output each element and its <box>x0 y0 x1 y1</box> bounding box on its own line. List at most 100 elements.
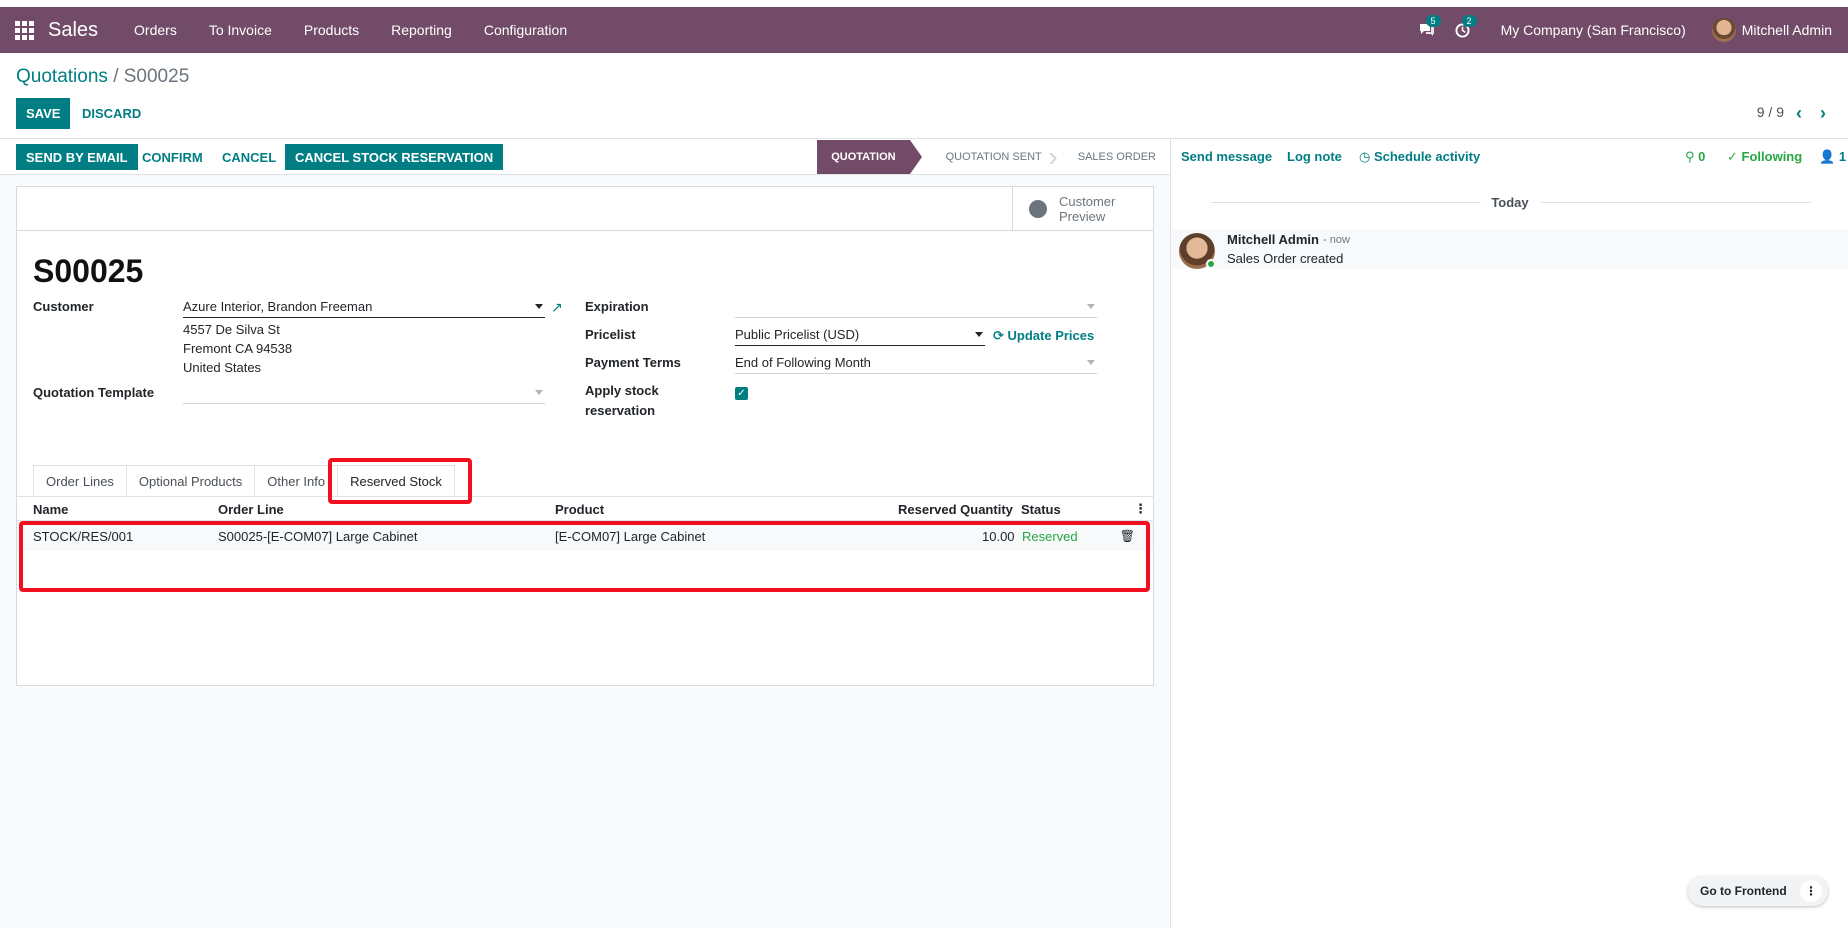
company-switcher[interactable]: My Company (San Francisco) <box>1481 22 1712 38</box>
chatter-message: Mitchell Admin - now Sales Order created <box>1171 229 1848 269</box>
pager-value[interactable]: 9 / 9 <box>1757 104 1784 120</box>
chevron-down-icon <box>535 304 543 309</box>
breadcrumb-current: S00025 <box>123 66 190 87</box>
menu-configuration[interactable]: Configuration <box>468 7 583 53</box>
stage-quotation-sent[interactable]: QUOTATION SENT › <box>924 140 1058 174</box>
top-strip <box>0 0 1848 7</box>
menu-products[interactable]: Products <box>288 7 375 53</box>
user-icon: 👤 <box>1819 149 1836 164</box>
column-reserved-quantity[interactable]: Reserved Quantity <box>898 502 1013 517</box>
payment-terms-value: End of Following Month <box>735 355 871 370</box>
following-label: Following <box>1741 149 1803 164</box>
pricelist-field[interactable]: Public Pricelist (USD) <box>735 326 985 346</box>
schedule-activity-button[interactable]: ◷ Schedule activity <box>1359 149 1480 165</box>
cancel-stock-reservation-button[interactable]: CANCEL STOCK RESERVATION <box>285 144 504 170</box>
chevron-down-icon <box>1087 304 1095 309</box>
app-brand[interactable]: Sales <box>48 19 98 42</box>
stage-quotation-sent-label: QUOTATION SENT <box>945 151 1042 163</box>
go-to-frontend-label: Go to Frontend <box>1700 884 1787 898</box>
tab-optional-products[interactable]: Optional Products <box>125 465 256 496</box>
cancel-button[interactable]: CANCEL <box>212 144 286 170</box>
customer-field[interactable]: Azure Interior, Brandon Freeman <box>183 298 545 318</box>
message-author[interactable]: Mitchell Admin <box>1227 232 1319 247</box>
column-product[interactable]: Product <box>555 502 604 517</box>
messages-button[interactable]: 5 <box>1409 7 1445 53</box>
message-body: Sales Order created <box>1227 251 1344 266</box>
update-prices-button[interactable]: ⟳ Update Prices <box>993 328 1094 344</box>
clock-icon: ◷ <box>1359 149 1371 164</box>
pricelist-value: Public Pricelist (USD) <box>735 327 860 342</box>
quotation-template-field[interactable] <box>183 384 545 404</box>
address-line1: 4557 De Silva St <box>183 322 280 337</box>
more-options-icon[interactable]: ⋮ <box>1800 880 1822 902</box>
column-status[interactable]: Status <box>1021 502 1061 517</box>
send-by-email-button[interactable]: SEND BY EMAIL <box>16 144 138 170</box>
quotation-template-label: Quotation Template <box>33 385 155 400</box>
stage-quotation[interactable]: QUOTATION <box>817 140 923 174</box>
menu-reporting[interactable]: Reporting <box>375 7 468 53</box>
tab-other-info[interactable]: Other Info <box>254 465 339 496</box>
messages-badge: 5 <box>1425 15 1441 27</box>
apply-stock-reservation-label: Apply stock reservation <box>585 381 659 421</box>
chevron-down-icon <box>1087 360 1095 365</box>
confirm-button[interactable]: CONFIRM <box>132 144 213 170</box>
address-line3: United States <box>183 360 262 375</box>
menu-to-invoice[interactable]: To Invoice <box>193 7 288 53</box>
address-line2: Fremont CA 94538 <box>183 341 293 356</box>
button-box: Customer Preview <box>17 187 1153 231</box>
top-navbar: Sales Orders To Invoice Products Reporti… <box>0 7 1848 53</box>
external-link-icon[interactable]: ↗ <box>551 299 563 316</box>
expiration-label: Expiration <box>585 299 649 314</box>
customer-preview-button[interactable]: Customer Preview <box>1012 187 1153 231</box>
control-panel: Quotations / S00025 SAVE DISCARD 9 / 9 ‹… <box>0 53 1848 139</box>
stage-sales-order[interactable]: SALES ORDER <box>1056 140 1170 174</box>
optional-columns-icon[interactable]: ⋮ <box>1134 501 1147 517</box>
menu-orders[interactable]: Orders <box>118 7 193 53</box>
highlight-reserved-stock-tab <box>328 458 472 504</box>
app-menu-button[interactable] <box>0 7 48 53</box>
customer-label: Customer <box>33 299 94 314</box>
column-order-line[interactable]: Order Line <box>218 502 284 517</box>
online-status-icon <box>1206 259 1216 269</box>
activities-badge: 2 <box>1461 15 1477 27</box>
apply-stock-label-line2: reservation <box>585 403 656 418</box>
pager-previous-icon[interactable]: ‹ <box>1796 103 1802 124</box>
followers-button[interactable]: 👤 1 <box>1819 149 1846 165</box>
payment-terms-field[interactable]: End of Following Month <box>735 354 1097 374</box>
customer-preview-line1: Customer <box>1059 194 1116 209</box>
activities-button[interactable]: 2 <box>1445 7 1481 53</box>
message-time: - now <box>1323 234 1350 246</box>
apply-stock-reservation-checkbox[interactable]: ✓ <box>735 387 748 400</box>
customer-value: Azure Interior, Brandon Freeman <box>183 299 373 314</box>
payment-terms-label: Payment Terms <box>585 355 681 370</box>
go-to-frontend-button[interactable]: Go to Frontend ⋮ <box>1688 876 1828 906</box>
following-button[interactable]: ✓ Following <box>1727 149 1802 165</box>
breadcrumb-quotations[interactable]: Quotations <box>16 66 108 87</box>
customer-preview-line2: Preview <box>1059 209 1106 224</box>
pager-next-icon[interactable]: › <box>1820 103 1826 124</box>
statusbar: SEND BY EMAIL CONFIRM CANCEL CANCEL STOC… <box>0 139 1170 175</box>
column-name[interactable]: Name <box>33 502 68 517</box>
user-menu[interactable]: Mitchell Admin <box>1711 18 1848 42</box>
update-prices-label: Update Prices <box>1007 328 1095 343</box>
pricelist-label: Pricelist <box>585 327 636 342</box>
breadcrumb-separator: / <box>113 66 119 87</box>
form-sheet: Customer Preview S00025 Customer Azure I… <box>16 186 1154 686</box>
chevron-down-icon <box>975 332 983 337</box>
stage-pipeline: QUOTATION QUOTATION SENT › SALES ORDER <box>817 140 1170 174</box>
chevron-down-icon <box>535 390 543 395</box>
attachments-button[interactable]: ⚲ 0 <box>1685 149 1705 165</box>
log-note-button[interactable]: Log note <box>1287 149 1342 164</box>
expiration-field[interactable] <box>735 298 1097 318</box>
attachments-count: 0 <box>1698 149 1706 164</box>
save-button[interactable]: SAVE <box>16 98 71 129</box>
globe-icon <box>1029 200 1047 218</box>
reserved-stock-table-header: Name Order Line Product Reserved Quantit… <box>17 497 1153 521</box>
highlight-reserved-stock-table <box>19 521 1150 592</box>
send-message-button[interactable]: Send message <box>1181 149 1272 164</box>
apply-stock-label-line1: Apply stock <box>585 383 659 398</box>
customer-address: 4557 De Silva St Fremont CA 94538 United… <box>183 320 292 377</box>
tab-order-lines[interactable]: Order Lines <box>33 465 127 496</box>
discard-button[interactable]: DISCARD <box>72 98 151 129</box>
schedule-activity-label: Schedule activity <box>1373 149 1481 164</box>
